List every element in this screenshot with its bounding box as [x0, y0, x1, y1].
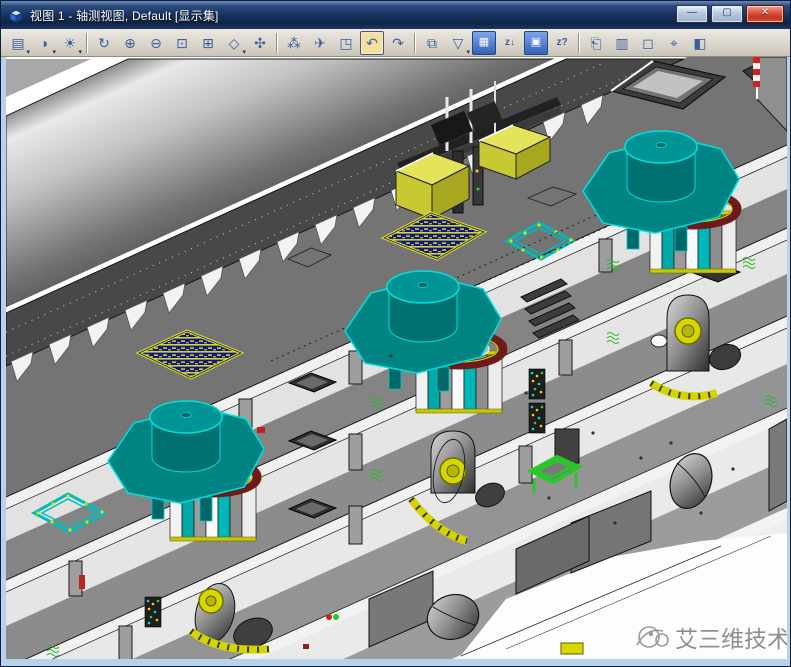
zoom-out-button[interactable]: ⊖: [144, 31, 168, 55]
adjust-view-brightness-button[interactable]: ☀▾: [58, 31, 82, 55]
window-title: 视图 1 - 轴测视图, Default [显示集]: [30, 7, 219, 24]
view-groups-button[interactable]: ▥: [610, 31, 634, 55]
view-attributes-button[interactable]: ▤▾: [6, 31, 30, 55]
set-view-display-depth-button[interactable]: z↓: [498, 31, 522, 55]
toolbar-separator: [414, 33, 416, 53]
bottle-rack-3: [145, 597, 161, 627]
toolbar-separator: [86, 33, 88, 53]
fit-view-button[interactable]: ⊞: [196, 31, 220, 55]
view-next-button[interactable]: ↷: [386, 31, 410, 55]
minimize-button[interactable]: —: [676, 5, 708, 23]
navigate-view-button[interactable]: ◳: [334, 31, 358, 55]
window-area-button[interactable]: ⊡: [170, 31, 194, 55]
saved-view-apply-button[interactable]: ⎗: [584, 31, 608, 55]
view-cube-icon: [8, 8, 24, 23]
toolbar-separator: [276, 33, 278, 53]
walk-button[interactable]: ⁂: [282, 31, 306, 55]
show-display-depth-button[interactable]: ▣: [524, 31, 548, 55]
dropdown-caret-icon[interactable]: ▾: [78, 49, 82, 56]
bottle-rack-2: [529, 403, 545, 433]
clip-mask-button[interactable]: ▦: [472, 31, 496, 55]
title-bar[interactable]: 视图 1 - 轴测视图, Default [显示集] — ▢ ✕: [1, 1, 790, 29]
dropdown-caret-icon[interactable]: ▾: [26, 49, 30, 56]
look-at-cube-button[interactable]: ⌖: [662, 31, 686, 55]
view-window: 视图 1 - 轴测视图, Default [显示集] — ▢ ✕ ▤▾◑▾☀▾ ↻…: [0, 0, 791, 667]
define-cube-button[interactable]: ◻: [636, 31, 660, 55]
rotate-view-button[interactable]: ◇▾: [222, 31, 246, 55]
restore-button[interactable]: ▢: [711, 5, 743, 23]
query-depth-button[interactable]: z?: [550, 31, 574, 55]
close-button[interactable]: ✕: [746, 5, 784, 23]
axonometric-scene: 艾三维技术: [6, 57, 787, 659]
dropdown-caret-icon[interactable]: ▾: [466, 49, 470, 56]
view-display-mode-button[interactable]: ◑▾: [32, 31, 56, 55]
view-toolbar: ▤▾◑▾☀▾ ↻⊕⊖⊡⊞◇▾✣ ⁂✈◳↶↷ ⧉▽▾▦z↓▣z? ⎗▥◻⌖◧: [1, 29, 790, 57]
dropdown-caret-icon[interactable]: ▾: [52, 49, 56, 56]
view-canvas[interactable]: 艾三维技术: [6, 57, 787, 659]
update-view-button[interactable]: ↻: [92, 31, 116, 55]
toolbar-separator: [578, 33, 580, 53]
bottle-rack-1: [529, 369, 545, 399]
copy-view-button[interactable]: ⧉: [420, 31, 444, 55]
zoom-in-button[interactable]: ⊕: [118, 31, 142, 55]
clip-volume-button[interactable]: ▽▾: [446, 31, 470, 55]
render-cube-button[interactable]: ◧: [688, 31, 712, 55]
fly-button[interactable]: ✈: [308, 31, 332, 55]
watermark-text: 艾三维技术: [675, 627, 787, 653]
pan-view-button[interactable]: ✣: [248, 31, 272, 55]
view-previous-button[interactable]: ↶: [360, 31, 384, 55]
dropdown-caret-icon[interactable]: ▾: [242, 49, 246, 56]
